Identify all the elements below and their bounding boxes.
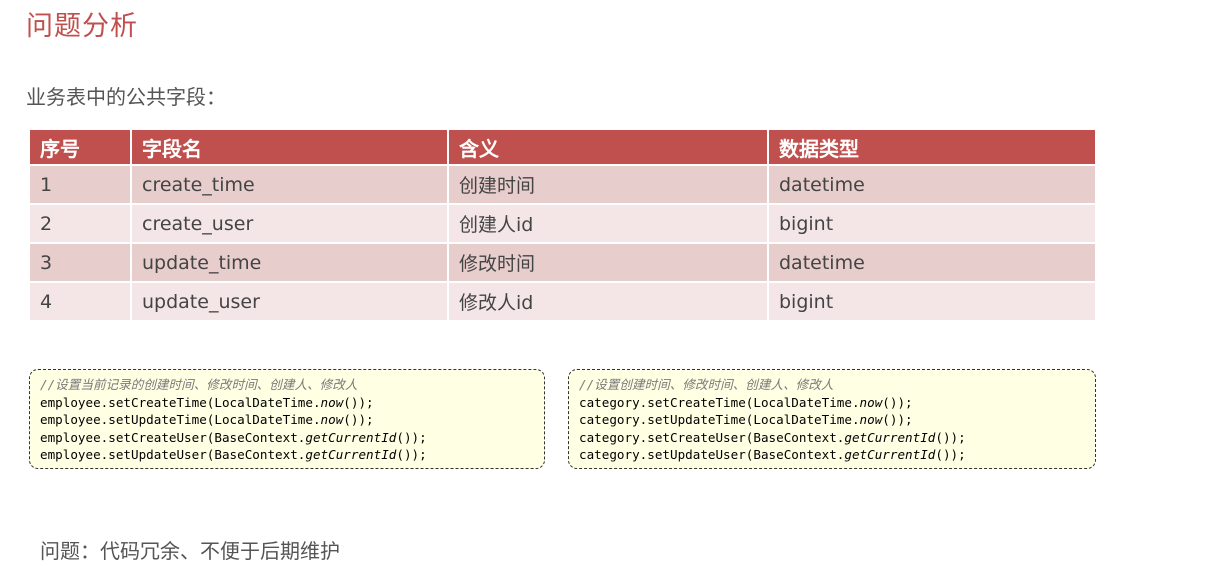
category-code-block: //设置创建时间、修改时间、创建人、修改人 category.setCreate… [568, 369, 1096, 469]
cell-meaning: 修改时间 [448, 242, 769, 282]
problem-statement: 问题：代码冗余、不便于后期维护 [40, 539, 340, 563]
code-line: employee.setUpdateUser(BaseContext.getCu… [40, 447, 427, 463]
cell-field-name: update_time [131, 242, 449, 282]
table-header-row: 序号 字段名 含义 数据类型 [30, 130, 1095, 165]
cell-meaning: 创建人id [448, 203, 769, 243]
cell-meaning: 创建时间 [448, 164, 769, 204]
section-subtitle: 业务表中的公共字段： [26, 85, 226, 109]
code-comment: //设置当前记录的创建时间、修改时间、创建人、修改人 [40, 377, 358, 392]
cell-index: 3 [30, 242, 132, 282]
cell-index: 4 [30, 281, 132, 320]
code-line: employee.setCreateTime(LocalDateTime.now… [40, 394, 374, 410]
code-line: employee.setCreateUser(BaseContext.getCu… [40, 429, 427, 445]
header-meaning: 含义 [448, 130, 769, 165]
cell-index: 2 [30, 203, 132, 243]
cell-field-name: create_time [131, 164, 449, 204]
header-index: 序号 [30, 130, 132, 165]
cell-index: 1 [30, 164, 132, 204]
code-line: category.setUpdateUser(BaseContext.getCu… [579, 447, 966, 463]
code-line: category.setCreateTime(LocalDateTime.now… [579, 394, 913, 410]
cell-field-name: update_user [131, 281, 449, 320]
common-fields-table: 序号 字段名 含义 数据类型 1 create_time 创建时间 dateti… [30, 130, 1095, 320]
cell-data-type: datetime [768, 242, 1095, 282]
employee-code-block: //设置当前记录的创建时间、修改时间、创建人、修改人 employee.setC… [29, 369, 545, 469]
code-line: employee.setUpdateTime(LocalDateTime.now… [40, 412, 374, 428]
cell-meaning: 修改人id [448, 281, 769, 320]
cell-data-type: datetime [768, 164, 1095, 204]
page-title: 问题分析 [26, 11, 138, 42]
table-row: 2 create_user 创建人id bigint [30, 203, 1095, 243]
cell-field-name: create_user [131, 203, 449, 243]
cell-data-type: bigint [768, 281, 1095, 320]
code-comment: //设置创建时间、修改时间、创建人、修改人 [579, 377, 834, 392]
table-row: 4 update_user 修改人id bigint [30, 281, 1095, 320]
code-line: category.setUpdateTime(LocalDateTime.now… [579, 412, 913, 428]
table-row: 1 create_time 创建时间 datetime [30, 164, 1095, 204]
cell-data-type: bigint [768, 203, 1095, 243]
table-row: 3 update_time 修改时间 datetime [30, 242, 1095, 282]
header-data-type: 数据类型 [768, 130, 1095, 165]
header-field-name: 字段名 [131, 130, 449, 165]
code-line: category.setCreateUser(BaseContext.getCu… [579, 429, 966, 445]
